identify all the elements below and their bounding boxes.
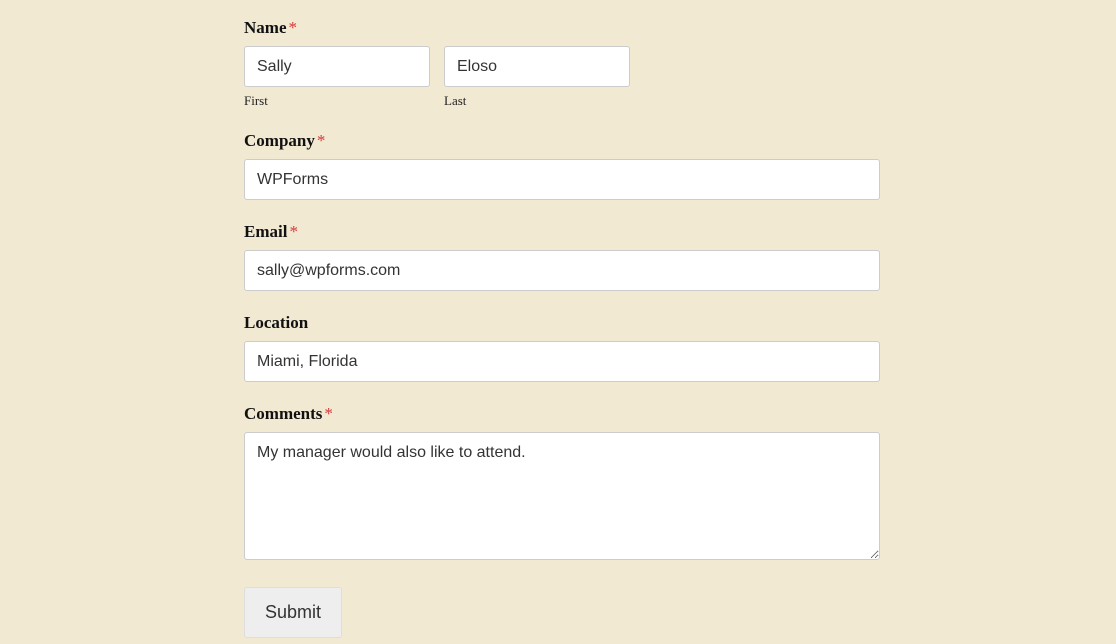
company-input[interactable] — [244, 159, 880, 200]
submit-button[interactable]: Submit — [244, 587, 342, 638]
comments-label: Comments* — [244, 404, 880, 424]
first-name-sublabel: First — [244, 93, 430, 109]
name-label: Name* — [244, 18, 880, 38]
email-field: Email* — [244, 222, 880, 291]
name-field: Name* First Last — [244, 18, 880, 109]
first-name-input[interactable] — [244, 46, 430, 87]
company-label: Company* — [244, 131, 880, 151]
required-indicator: * — [288, 18, 297, 37]
location-field: Location — [244, 313, 880, 382]
comments-field: Comments* — [244, 404, 880, 565]
location-input[interactable] — [244, 341, 880, 382]
location-label: Location — [244, 313, 880, 333]
required-indicator: * — [289, 222, 298, 241]
required-indicator: * — [324, 404, 333, 423]
required-indicator: * — [317, 131, 326, 150]
registration-form: Name* First Last Company* Email* Locatio — [0, 0, 1116, 638]
comments-textarea[interactable] — [244, 432, 880, 560]
email-input[interactable] — [244, 250, 880, 291]
email-label: Email* — [244, 222, 880, 242]
last-name-input[interactable] — [444, 46, 630, 87]
last-name-sublabel: Last — [444, 93, 630, 109]
company-field: Company* — [244, 131, 880, 200]
